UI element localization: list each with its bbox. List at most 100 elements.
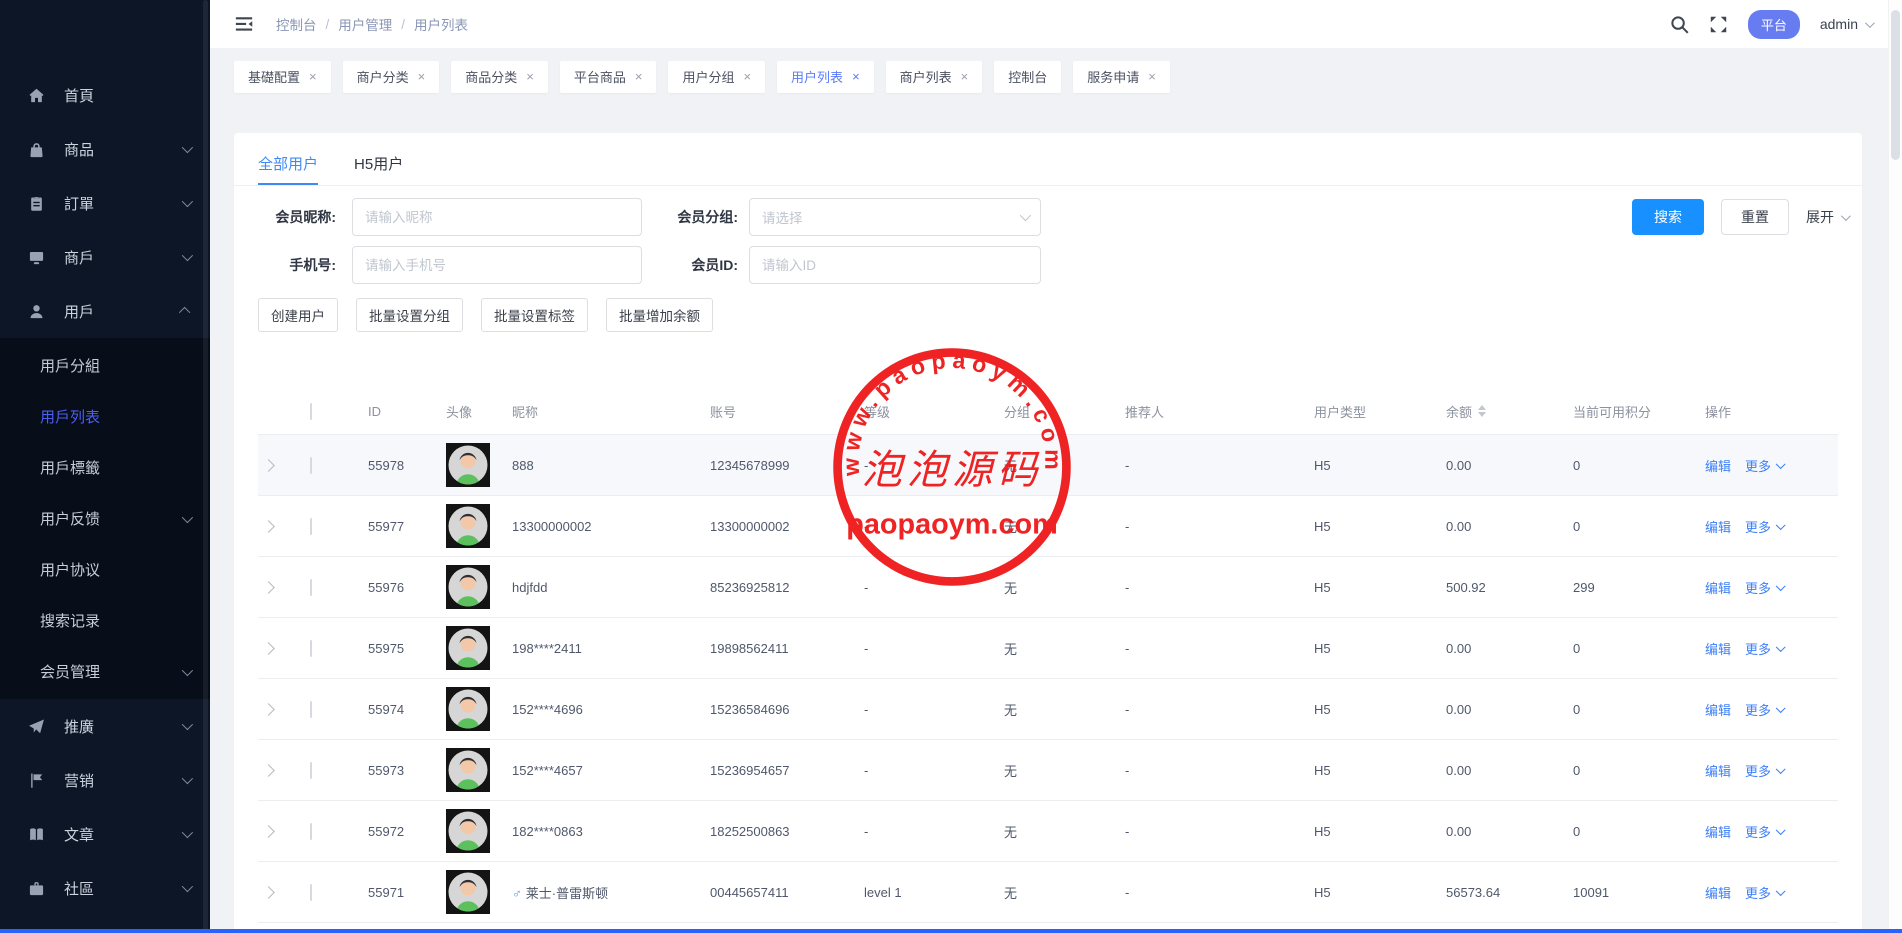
row-expand-icon[interactable] (262, 581, 275, 594)
row-checkbox[interactable] (310, 884, 312, 901)
phone-input[interactable] (352, 246, 642, 284)
menu-fold-icon[interactable] (234, 14, 254, 34)
cell-account: 15236584696 (710, 702, 864, 717)
edit-link[interactable]: 编辑 (1705, 822, 1731, 841)
more-link[interactable]: 更多 (1745, 883, 1783, 902)
search-icon[interactable] (1670, 15, 1689, 34)
row-checkbox[interactable] (310, 762, 312, 779)
row-expand-icon[interactable] (262, 764, 275, 777)
row-checkbox[interactable] (310, 457, 312, 474)
search-button[interactable]: 搜索 (1632, 199, 1704, 235)
row-checkbox[interactable] (310, 823, 312, 840)
tab-chip[interactable]: 商户列表× (886, 61, 983, 93)
sidebar-item-users[interactable]: 用戶 (0, 284, 210, 338)
row-expand-icon[interactable] (262, 520, 275, 533)
sidebar-item-orders[interactable]: 訂單 (0, 176, 210, 230)
reset-button[interactable]: 重置 (1721, 199, 1789, 235)
edit-link[interactable]: 编辑 (1705, 639, 1731, 658)
tab-chip[interactable]: 商品分类× (451, 61, 548, 93)
edit-link[interactable]: 编辑 (1705, 883, 1731, 902)
briefcase-icon (28, 880, 45, 897)
tab-chip[interactable]: 基礎配置× (234, 61, 331, 93)
expand-toggle[interactable]: 展开 (1806, 207, 1848, 227)
more-link[interactable]: 更多 (1745, 822, 1783, 841)
tab-chip[interactable]: 用户分组× (668, 61, 765, 93)
close-icon[interactable]: × (1148, 70, 1156, 83)
close-icon[interactable]: × (418, 70, 426, 83)
sidebar-item-user-feedback[interactable]: 用户反馈 (0, 493, 210, 544)
cell-nickname: 13300000002 (512, 519, 710, 534)
more-link[interactable]: 更多 (1745, 639, 1783, 658)
tab-h5-users[interactable]: H5用户 (354, 153, 403, 185)
sidebar-item-user-tags[interactable]: 用戶標籤 (0, 442, 210, 493)
sidebar-item-community[interactable]: 社區 (0, 861, 210, 915)
edit-link[interactable]: 编辑 (1705, 761, 1731, 780)
sidebar-item-articles[interactable]: 文章 (0, 807, 210, 861)
edit-link[interactable]: 编辑 (1705, 517, 1731, 536)
platform-badge[interactable]: 平台 (1748, 10, 1800, 39)
sort-balance-control[interactable] (1478, 405, 1486, 417)
tab-chip[interactable]: 控制台 (994, 61, 1061, 93)
close-icon[interactable]: × (852, 70, 860, 83)
sidebar-item-user-groups[interactable]: 用戶分組 (0, 340, 210, 391)
more-label: 更多 (1745, 517, 1771, 536)
batch-add-balance-button[interactable]: 批量增加余额 (606, 298, 713, 332)
breadcrumb-item[interactable]: 用户管理 (338, 14, 392, 34)
batch-set-tag-button[interactable]: 批量设置标签 (481, 298, 588, 332)
sidebar-item-user-agreement[interactable]: 用户协议 (0, 544, 210, 595)
select-all-checkbox[interactable] (310, 403, 312, 420)
more-link[interactable]: 更多 (1745, 761, 1783, 780)
row-expand-icon[interactable] (262, 459, 275, 472)
sidebar-item-merchants[interactable]: 商戶 (0, 230, 210, 284)
sidebar-item-promotion[interactable]: 推廣 (0, 699, 210, 753)
edit-link[interactable]: 编辑 (1705, 700, 1731, 719)
create-user-button[interactable]: 创建用户 (258, 298, 338, 332)
nickname-input[interactable] (352, 198, 642, 236)
sidebar-item-search-records[interactable]: 搜索记录 (0, 595, 210, 646)
nickname-text: 莱士·普雷斯顿 (526, 886, 608, 901)
more-link[interactable]: 更多 (1745, 517, 1783, 536)
more-link[interactable]: 更多 (1745, 578, 1783, 597)
flag-icon (28, 772, 45, 789)
close-icon[interactable]: × (961, 70, 969, 83)
scrollbar-thumb[interactable] (1891, 10, 1900, 160)
row-checkbox[interactable] (310, 518, 312, 535)
close-icon[interactable]: × (743, 70, 751, 83)
more-link[interactable]: 更多 (1745, 456, 1783, 475)
col-header-action: 操作 (1705, 402, 1838, 421)
more-label: 更多 (1745, 883, 1771, 902)
close-icon[interactable]: × (526, 70, 534, 83)
sidebar-item-member-management[interactable]: 会员管理 (0, 646, 210, 697)
fullscreen-icon[interactable] (1709, 15, 1728, 34)
sidebar-item-user-list[interactable]: 用戶列表 (0, 391, 210, 442)
group-select[interactable]: 请选择 (749, 198, 1041, 236)
chevron-down-icon (182, 881, 193, 892)
edit-link[interactable]: 编辑 (1705, 578, 1731, 597)
tab-all-users[interactable]: 全部用户 (258, 153, 318, 185)
scrollbar-track[interactable] (1888, 0, 1902, 929)
row-checkbox[interactable] (310, 640, 312, 657)
more-link[interactable]: 更多 (1745, 700, 1783, 719)
close-icon[interactable]: × (309, 70, 317, 83)
sidebar-item-marketing[interactable]: 营销 (0, 753, 210, 807)
row-expand-icon[interactable] (262, 642, 275, 655)
member-id-input[interactable] (749, 246, 1041, 284)
breadcrumb-item[interactable]: 用户列表 (414, 14, 468, 34)
row-checkbox[interactable] (310, 701, 312, 718)
tab-chip[interactable]: 商户分类× (343, 61, 440, 93)
row-expand-icon[interactable] (262, 703, 275, 716)
edit-link[interactable]: 编辑 (1705, 456, 1731, 475)
tab-chip[interactable]: 服务申请× (1073, 61, 1170, 93)
sidebar-item-goods[interactable]: 商品 (0, 122, 210, 176)
batch-set-group-button[interactable]: 批量设置分组 (356, 298, 463, 332)
row-expand-icon[interactable] (262, 825, 275, 838)
cell-group: 无 (1004, 883, 1125, 902)
close-icon[interactable]: × (635, 70, 643, 83)
tab-chip-active[interactable]: 用户列表× (777, 61, 874, 93)
sidebar-item-home[interactable]: 首頁 (0, 68, 210, 122)
user-menu[interactable]: admin (1820, 16, 1872, 32)
row-expand-icon[interactable] (262, 886, 275, 899)
tab-chip[interactable]: 平台商品× (560, 61, 657, 93)
breadcrumb-item[interactable]: 控制台 (276, 14, 317, 34)
row-checkbox[interactable] (310, 579, 312, 596)
